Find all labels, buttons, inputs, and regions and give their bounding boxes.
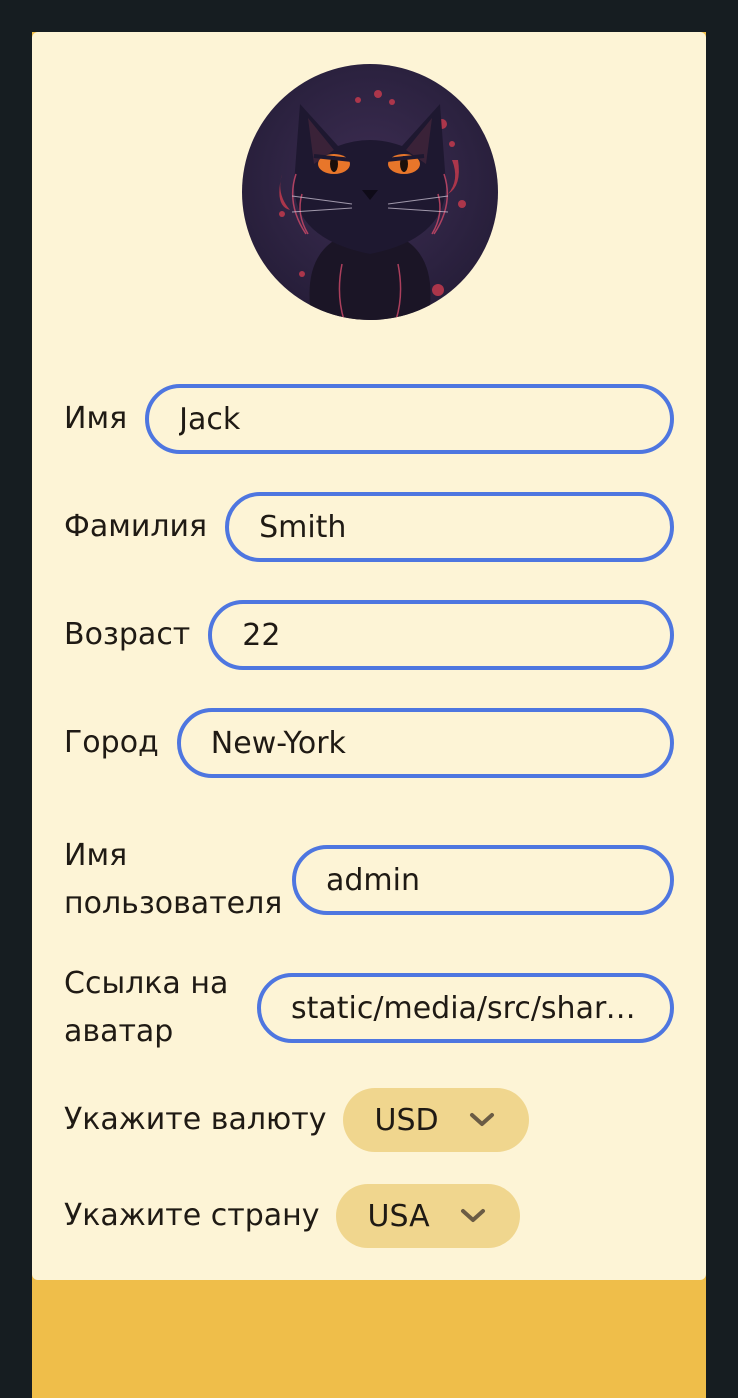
currency-row: Укажите валюту USD: [64, 1088, 674, 1152]
cat-avatar-icon: [279, 90, 466, 320]
currency-label: Укажите валюту: [64, 1102, 327, 1137]
city-label: Город: [64, 725, 159, 760]
last-name-row: Фамилия: [64, 492, 674, 562]
age-field[interactable]: [208, 600, 674, 670]
avatar-link-row: Ссылка на аватар: [64, 960, 674, 1056]
first-name-row: Имя: [64, 384, 674, 454]
currency-select[interactable]: USD: [342, 1088, 529, 1152]
age-label: Возраст: [64, 617, 191, 652]
avatar-link-field[interactable]: [257, 973, 674, 1043]
country-value: USA: [367, 1198, 430, 1234]
currency-value: USD: [374, 1102, 439, 1138]
country-select[interactable]: USA: [335, 1184, 520, 1248]
age-row: Возраст: [64, 600, 674, 670]
username-field[interactable]: [292, 845, 674, 915]
chevron-down-icon: [460, 1209, 485, 1222]
first-name-label: Имя: [64, 401, 128, 436]
username-row: Имя пользователя: [64, 832, 674, 928]
country-row: Укажите страну USA: [64, 1184, 674, 1248]
city-row: Город: [64, 708, 674, 778]
username-label: Имя пользователя: [64, 838, 283, 921]
country-label: Укажите страну: [64, 1198, 320, 1233]
city-field[interactable]: [176, 708, 674, 778]
profile-card: Имя Фамилия Возраст Город Имя пользовате…: [32, 32, 706, 1280]
first-name-field[interactable]: [145, 384, 674, 454]
profile-avatar: [242, 64, 498, 320]
chevron-down-icon: [469, 1113, 494, 1126]
avatar-link-label: Ссылка на аватар: [64, 966, 229, 1049]
last-name-field[interactable]: [225, 492, 674, 562]
last-name-label: Фамилия: [64, 509, 208, 544]
